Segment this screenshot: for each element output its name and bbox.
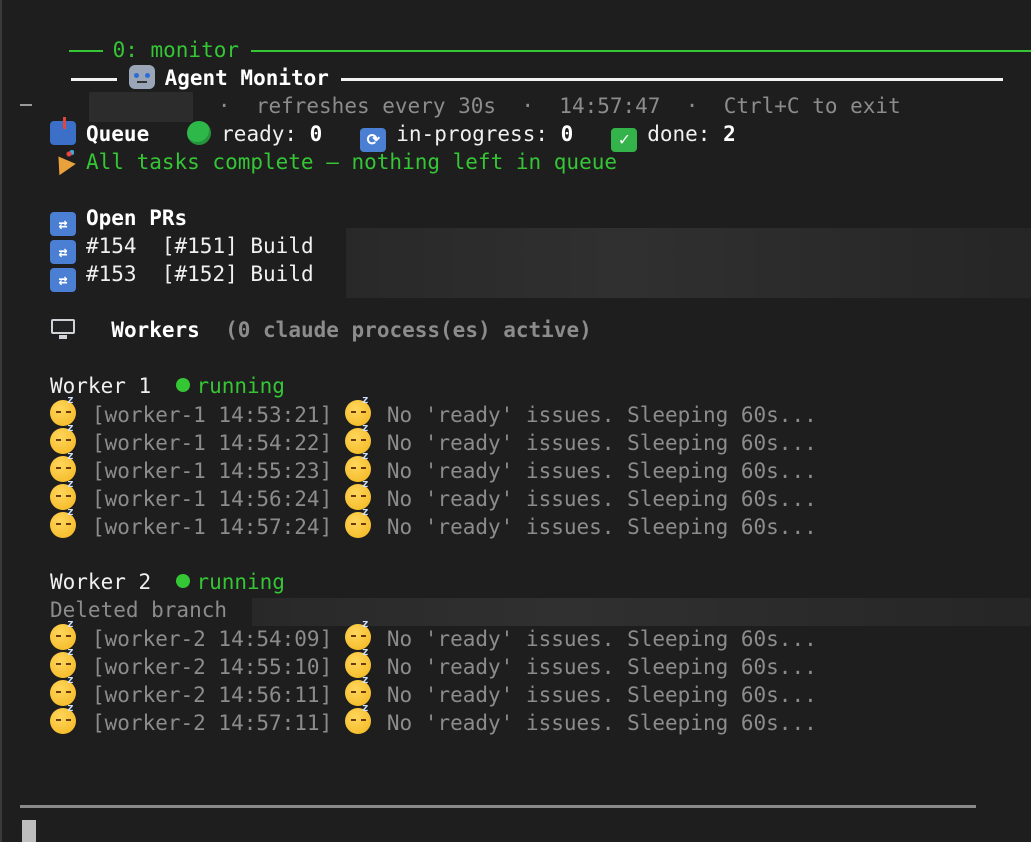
mailbox-icon: [50, 117, 76, 145]
status-line: · refreshes every 30s · 14:57:47 · Ctrl+…: [20, 64, 901, 122]
pr-issue-ref: [#152]: [161, 262, 238, 286]
log-line: [worker-1 14:55:23] No 'ready' issues. S…: [50, 444, 817, 484]
log-message: No 'ready' issues. Sleeping 60s...: [386, 459, 817, 483]
log-tag: [worker-2 14:57:11]: [92, 711, 333, 735]
green-circle-icon: [187, 121, 212, 145]
log-message: No 'ready' issues. Sleeping 60s...: [386, 683, 817, 707]
separator: ·: [521, 94, 534, 118]
refresh-interval: refreshes every 30s: [255, 94, 497, 118]
redacted-branch-name: [252, 598, 1031, 626]
deleted-branch-text: Deleted branch: [50, 598, 228, 622]
pr-title: Build: [250, 262, 314, 286]
clock-time: 14:57:47: [559, 94, 661, 118]
deleted-branch-line: Deleted branch: [50, 596, 227, 624]
log-tag: [worker-1 14:57:24]: [92, 515, 333, 539]
pr-issue-ref: [#151]: [161, 234, 238, 258]
separator: ·: [217, 94, 231, 118]
ready-count: 0: [309, 122, 323, 146]
log-tag: [worker-2 14:54:09]: [92, 627, 333, 651]
log-line: [worker-2 14:55:10] No 'ready' issues. S…: [50, 640, 817, 680]
log-line: [worker-2 14:57:11] No 'ready' issues. S…: [50, 696, 817, 736]
workers-title: Workers: [111, 318, 200, 342]
sleeping-face-icon: [344, 500, 371, 538]
log-line: [worker-2 14:56:11] No 'ready' issues. S…: [50, 668, 817, 708]
pr-row[interactable]: ⇄ #153 [#152] Build: [50, 260, 314, 292]
log-tag: [worker-1 14:56:24]: [92, 487, 333, 511]
log-line: [worker-1 14:54:22] No 'ready' issues. S…: [50, 416, 817, 456]
cursor-tick: [20, 104, 32, 106]
separator: ·: [685, 94, 699, 118]
terminal-cursor[interactable]: [22, 820, 36, 842]
ready-label: ready:: [221, 122, 298, 146]
done-count: 2: [723, 122, 736, 146]
log-tag: [worker-1 14:54:22]: [92, 431, 333, 455]
pr-title: Build: [250, 234, 314, 258]
queue-line: Queue ready: 0 ⟳ in-progress: 0 ✓ done: 2: [50, 117, 736, 152]
done-label: done:: [647, 122, 711, 146]
log-message: No 'ready' issues. Sleeping 60s...: [386, 655, 817, 679]
worker-2-header: Worker 2 running: [50, 568, 285, 596]
workers-heading: Workers (0 claude process(es) active): [50, 316, 592, 344]
in-progress-label: in-progress:: [396, 122, 548, 146]
pr-row[interactable]: ⇄ #154 [#151] Build: [50, 232, 314, 264]
monitor-header: Agent Monitor: [20, 36, 1003, 90]
desktop-monitor-icon: [50, 317, 76, 341]
log-tag: [worker-1 14:53:21]: [92, 403, 333, 427]
terminal-window[interactable]: 0: monitor Agent Monitor · refreshes eve…: [0, 0, 1031, 842]
queue-title: Queue: [86, 122, 150, 146]
pr-number: #153: [86, 262, 137, 286]
sleeping-face-icon: [50, 696, 76, 734]
active-process-count: (0 claude process(es) active): [225, 318, 592, 342]
sleeping-face-icon: [50, 500, 76, 538]
redacted-name: [88, 92, 193, 122]
log-message: No 'ready' issues. Sleeping 60s...: [386, 487, 817, 511]
in-progress-count: 0: [560, 122, 574, 146]
worker-name: Worker 2: [50, 570, 152, 594]
queue-message-text: All tasks complete — nothing left in que…: [86, 150, 618, 174]
log-message: No 'ready' issues. Sleeping 60s...: [386, 403, 817, 427]
log-message: No 'ready' issues. Sleeping 60s...: [386, 711, 817, 735]
status-badge: running: [196, 374, 285, 398]
worker-1-header: Worker 1 running: [50, 372, 285, 400]
status-badge: running: [196, 570, 285, 594]
pr-number: #154: [86, 234, 137, 258]
log-line: [worker-1 14:56:24] No 'ready' issues. S…: [50, 472, 817, 512]
status-dot: [176, 378, 191, 392]
log-message: No 'ready' issues. Sleeping 60s...: [386, 431, 817, 455]
tmux-window-tab[interactable]: 0: monitor: [18, 8, 1031, 62]
log-tag: [worker-1 14:55:23]: [92, 459, 333, 483]
redacted-pr-titles: [346, 228, 1031, 298]
log-message: No 'ready' issues. Sleeping 60s...: [386, 515, 817, 539]
log-line: [worker-2 14:54:09] No 'ready' issues. S…: [50, 612, 817, 652]
queue-message: All tasks complete — nothing left in que…: [50, 148, 617, 176]
log-message: No 'ready' issues. Sleeping 60s...: [386, 627, 817, 651]
party-popper-icon: [50, 149, 76, 173]
log-line: [worker-1 14:53:21] No 'ready' issues. S…: [50, 388, 817, 428]
log-tag: [worker-2 14:56:11]: [92, 683, 333, 707]
sleeping-face-icon: [344, 696, 371, 734]
log-line: [worker-1 14:57:24] No 'ready' issues. S…: [50, 500, 817, 540]
shuffle-icon: ⇄: [50, 268, 76, 292]
worker-name: Worker 1: [50, 374, 152, 398]
exit-hint: Ctrl+C to exit: [723, 94, 901, 118]
log-tag: [worker-2 14:55:10]: [92, 655, 333, 679]
prs-heading: ⇄ Open PRs: [50, 204, 188, 236]
pane-divider: [20, 805, 976, 808]
prs-title: Open PRs: [86, 206, 188, 230]
status-dot: [176, 574, 191, 588]
